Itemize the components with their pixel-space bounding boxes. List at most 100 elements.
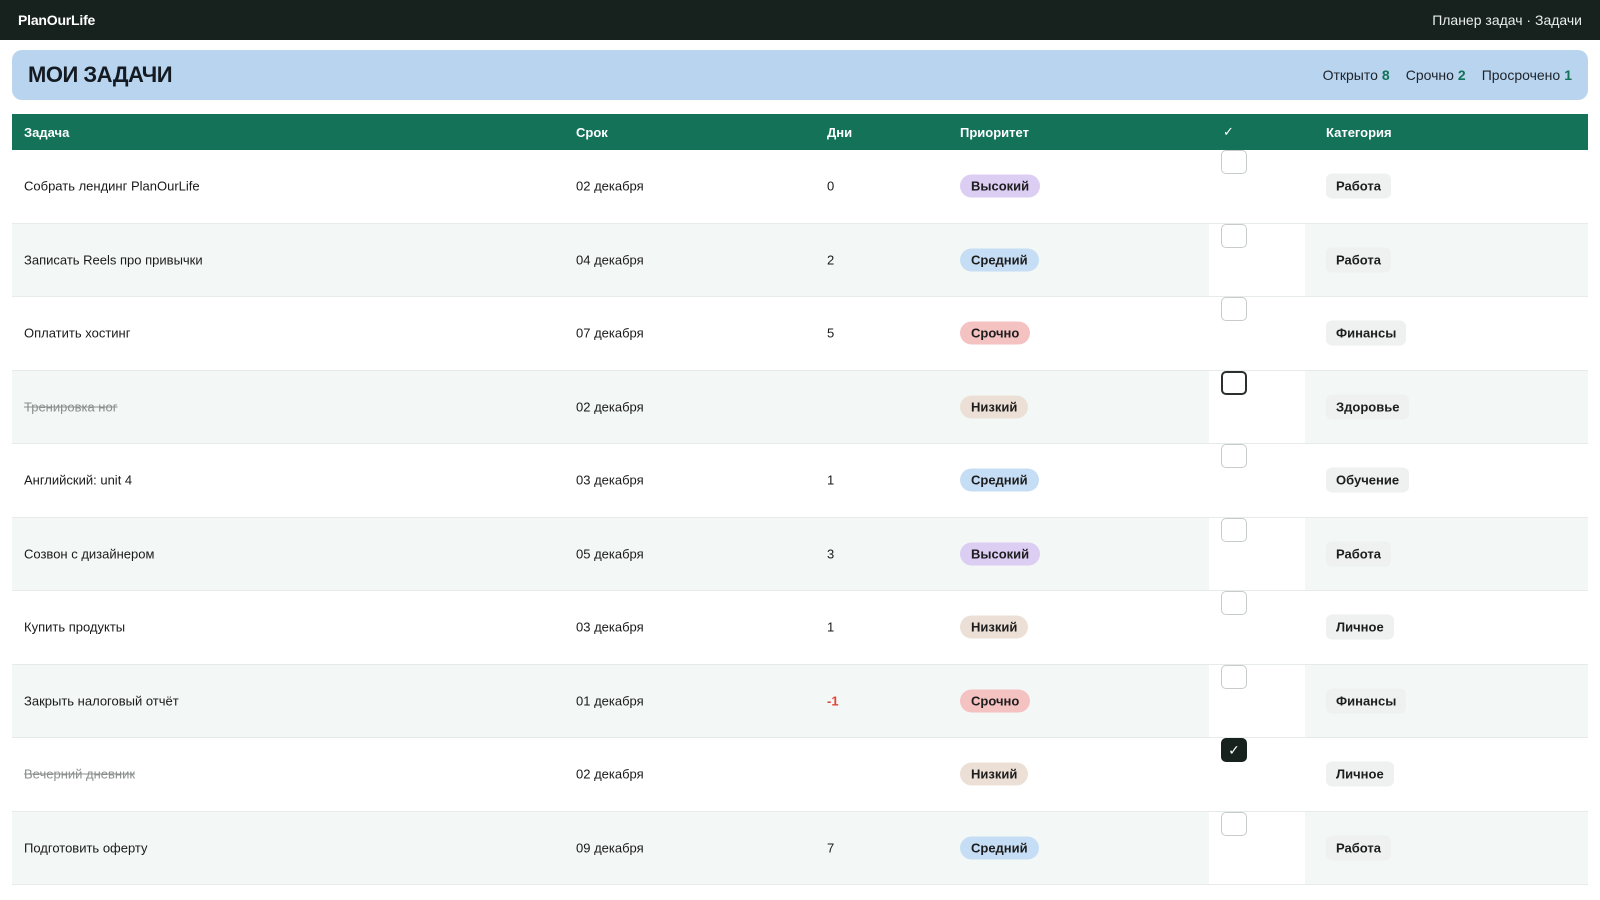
- stat-overdue-label: Просрочено: [1481, 67, 1561, 83]
- task-days-left: 5: [827, 325, 835, 341]
- category-cell: Работа: [1326, 247, 1391, 273]
- priority-badge[interactable]: Средний: [960, 468, 1039, 492]
- category-tag[interactable]: Финансы: [1326, 688, 1407, 714]
- priority-cell: Низкий: [960, 762, 1029, 786]
- category-cell: Финансы: [1326, 688, 1407, 714]
- brand-logo[interactable]: PlanOurLife: [18, 12, 95, 28]
- priority-cell: Высокий: [960, 542, 1041, 566]
- done-checkbox[interactable]: [1221, 370, 1247, 395]
- done-checkbox[interactable]: [1221, 150, 1247, 174]
- task-title[interactable]: Созвон с дизайнером: [24, 546, 154, 561]
- category-tag[interactable]: Личное: [1326, 614, 1394, 640]
- priority-cell: Средний: [960, 248, 1039, 272]
- category-tag[interactable]: Обучение: [1326, 467, 1410, 493]
- stat-urgent-label: Срочно: [1405, 67, 1454, 83]
- task-due-date: 02 декабря: [576, 766, 644, 782]
- category-cell: Финансы: [1326, 320, 1407, 346]
- task-title[interactable]: Записать Reels про привычки: [24, 252, 203, 267]
- column-header-category[interactable]: Категория: [1326, 125, 1392, 140]
- task-title[interactable]: Тренировка ног: [24, 399, 117, 414]
- table-row[interactable]: Подготовить оферту 09 декабря 7 Средний Рабо…: [12, 811, 1588, 885]
- table-row[interactable]: Закрыть налоговый отчёт 01 декабря -1 Срочн…: [12, 664, 1588, 738]
- table-row[interactable]: Тренировка ног 02 декабря Низкий Здоровье: [12, 370, 1588, 444]
- task-days-left: 7: [827, 840, 835, 856]
- category-cell: Здоровье: [1326, 394, 1410, 420]
- table-row[interactable]: Оплатить хостинг 07 декабря 5 Срочно Финансы: [12, 297, 1588, 371]
- task-days-left: 3: [827, 546, 835, 562]
- task-due-date: 03 декабря: [576, 619, 644, 635]
- task-due-date: 01 декабря: [576, 693, 644, 709]
- priority-badge[interactable]: Высокий: [960, 542, 1041, 566]
- category-cell: Работа: [1326, 541, 1391, 567]
- task-days-left: 1: [827, 619, 835, 635]
- priority-cell: Средний: [960, 468, 1039, 492]
- category-tag[interactable]: Работа: [1326, 173, 1391, 199]
- task-title[interactable]: Английский: unit 4: [24, 473, 132, 488]
- task-title[interactable]: Подготовить оферту: [24, 840, 148, 855]
- done-checkbox[interactable]: [1221, 811, 1247, 836]
- priority-badge[interactable]: Низкий: [960, 615, 1029, 639]
- task-days-left: 0: [827, 178, 835, 194]
- table-row[interactable]: Вечерний дневник 02 декабря Низкий ✓ Личное: [12, 738, 1588, 812]
- top-bar: PlanOurLife Планер задач · Задачи: [0, 0, 1600, 40]
- priority-cell: Срочно: [960, 321, 1031, 345]
- category-tag[interactable]: Работа: [1326, 541, 1391, 567]
- category-tag[interactable]: Личное: [1326, 761, 1394, 787]
- table-row[interactable]: Английский: unit 4 03 декабря 1 Средний Обуч…: [12, 444, 1588, 518]
- column-header-due[interactable]: Срок: [576, 125, 608, 140]
- done-checkbox[interactable]: [1221, 223, 1247, 248]
- task-title[interactable]: Вечерний дневник: [24, 767, 135, 782]
- task-table: Задача Срок Дни Приоритет ✓ Категория Со…: [12, 114, 1588, 885]
- task-title[interactable]: Купить продукты: [24, 620, 125, 635]
- task-title[interactable]: Оплатить хостинг: [24, 326, 130, 341]
- done-checkbox[interactable]: ✓: [1221, 738, 1247, 762]
- category-cell: Личное: [1326, 761, 1394, 787]
- stat-open-value: 8: [1381, 67, 1390, 83]
- table-row[interactable]: Собрать лендинг PlanOurLife 02 декабря 0 Вы…: [12, 150, 1588, 224]
- priority-badge[interactable]: Срочно: [960, 689, 1031, 713]
- priority-badge[interactable]: Низкий: [960, 762, 1029, 786]
- priority-cell: Средний: [960, 836, 1039, 860]
- category-tag[interactable]: Работа: [1326, 247, 1391, 273]
- done-checkbox[interactable]: [1221, 517, 1247, 542]
- priority-badge[interactable]: Средний: [960, 836, 1039, 860]
- category-cell: Работа: [1326, 835, 1391, 861]
- priority-cell: Низкий: [960, 395, 1029, 419]
- priority-badge[interactable]: Низкий: [960, 395, 1029, 419]
- column-header-task[interactable]: Задача: [24, 125, 69, 140]
- task-title[interactable]: Собрать лендинг PlanOurLife: [24, 179, 200, 194]
- column-header-done[interactable]: ✓: [1223, 124, 1234, 140]
- category-tag[interactable]: Финансы: [1326, 320, 1407, 346]
- done-checkbox[interactable]: [1221, 664, 1247, 689]
- task-days-left: 2: [827, 252, 835, 268]
- priority-badge[interactable]: Срочно: [960, 321, 1031, 345]
- stat-open-label: Открыто: [1322, 67, 1378, 83]
- done-checkbox[interactable]: [1221, 444, 1247, 468]
- task-due-date: 07 декабря: [576, 325, 644, 341]
- table-row[interactable]: Созвон с дизайнером 05 декабря 3 Высокий Раб…: [12, 517, 1588, 591]
- priority-badge[interactable]: Высокий: [960, 174, 1041, 198]
- priority-cell: Низкий: [960, 615, 1029, 639]
- done-checkbox[interactable]: [1221, 591, 1247, 615]
- table-body: Собрать лендинг PlanOurLife 02 декабря 0 Вы…: [12, 150, 1588, 885]
- task-title[interactable]: Закрыть налоговый отчёт: [24, 693, 179, 708]
- task-stats: Открыто 8 Срочно 2 Просрочено 1: [1323, 67, 1572, 83]
- table-row[interactable]: Купить продукты 03 декабря 1 Низкий Личное: [12, 591, 1588, 665]
- table-row[interactable]: Записать Reels про привычки 04 декабря 2 Ср…: [12, 223, 1588, 297]
- task-due-date: 03 декабря: [576, 472, 644, 488]
- task-days-left: -1: [827, 693, 839, 709]
- task-due-date: 04 декабря: [576, 252, 644, 268]
- task-due-date: 02 декабря: [576, 399, 644, 415]
- done-checkbox[interactable]: [1221, 297, 1247, 321]
- priority-cell: Срочно: [960, 689, 1031, 713]
- priority-badge[interactable]: Средний: [960, 248, 1039, 272]
- stat-urgent: Срочно 2: [1406, 67, 1466, 83]
- category-tag[interactable]: Работа: [1326, 835, 1391, 861]
- page-header: МОИ ЗАДАЧИ Открыто 8 Срочно 2 Просрочено 1: [12, 50, 1588, 100]
- breadcrumb: Планер задач · Задачи: [1432, 12, 1582, 28]
- stat-urgent-value: 2: [1457, 67, 1466, 83]
- priority-cell: Высокий: [960, 174, 1041, 198]
- column-header-priority[interactable]: Приоритет: [960, 125, 1029, 140]
- column-header-days[interactable]: Дни: [827, 125, 852, 140]
- category-tag[interactable]: Здоровье: [1326, 394, 1410, 420]
